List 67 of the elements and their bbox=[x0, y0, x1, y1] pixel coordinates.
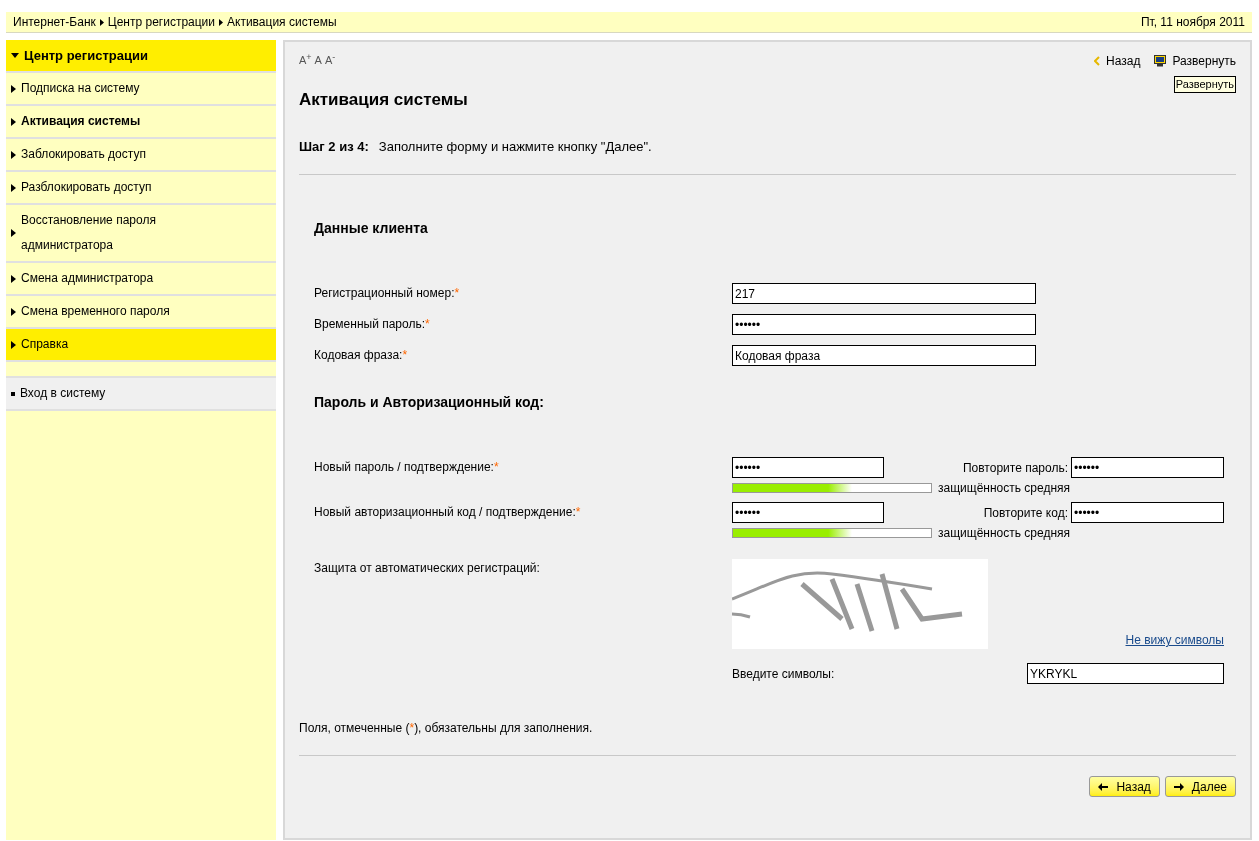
triangle-right-icon bbox=[11, 307, 16, 316]
chevron-left-icon bbox=[1094, 56, 1100, 66]
field-label: Кодовая фраза:* bbox=[314, 347, 409, 364]
top-link[interactable]: Назад bbox=[1094, 52, 1141, 70]
input-field[interactable]: Кодовая фраза bbox=[732, 345, 1036, 366]
sidebar-item-label: Центр регистрации bbox=[24, 47, 149, 65]
sidebar-item-label: Вход в систему bbox=[20, 385, 107, 402]
input-field[interactable]: 217 bbox=[732, 283, 1036, 304]
field-label: Новый пароль / подтверждение:* bbox=[314, 459, 500, 476]
sidebar-item-label: Смена администратора bbox=[21, 270, 155, 287]
field-label: Регистрационный номер:* bbox=[314, 285, 461, 302]
captcha-input-label: Введите символы: bbox=[732, 665, 835, 683]
field-label: Временный пароль:* bbox=[314, 316, 431, 333]
strength-reading: защищённость средняя bbox=[938, 482, 1071, 494]
step-label: Шаг 2 из 4: bbox=[299, 137, 369, 156]
breadcrumb-link[interactable]: Интернет-Банк bbox=[13, 13, 96, 31]
sidebar-item-label: Подписка на систему bbox=[21, 80, 141, 97]
date-label: Пт, 11 ноября 2011 bbox=[1140, 14, 1245, 31]
font-size-button[interactable]: A bbox=[314, 54, 322, 66]
section-title: Пароль и Авторизационный код: bbox=[314, 393, 545, 412]
captcha-input-field[interactable]: YKRYKL bbox=[1027, 663, 1224, 684]
nav-button[interactable]: Далее bbox=[1164, 776, 1236, 797]
triangle-right-icon bbox=[11, 274, 16, 283]
sidebar-item-label: Смена временного пароля bbox=[21, 303, 171, 320]
triangle-right-icon bbox=[11, 183, 16, 192]
page-title: Активация системы bbox=[299, 89, 469, 111]
bullet-icon bbox=[11, 391, 15, 396]
repeat-label: Повторите код: bbox=[982, 504, 1069, 522]
refresh-captcha-link[interactable]: Не вижу символы bbox=[1125, 631, 1224, 649]
breadcrumb-link[interactable]: Центр регистрации bbox=[107, 13, 215, 31]
arrow-left-icon bbox=[1098, 782, 1109, 791]
separator-icon bbox=[219, 18, 223, 26]
field-label: Новый авторизационный код / подтверждение:* bbox=[314, 504, 582, 521]
input-field[interactable]: •••••• bbox=[732, 502, 884, 523]
font-size-button[interactable]: A$^{+}$ bbox=[299, 54, 312, 66]
top-link[interactable]: Развернуть bbox=[1154, 52, 1236, 70]
triangle-right-icon bbox=[11, 117, 16, 126]
monitor-icon bbox=[1154, 55, 1167, 67]
nav-button[interactable]: Назад bbox=[1089, 776, 1160, 797]
input-field[interactable]: •••••• bbox=[1071, 457, 1224, 478]
sidebar-item-label: Справка bbox=[21, 336, 70, 353]
triangle-right-icon bbox=[11, 150, 16, 159]
sidebar-item[interactable]: Справка bbox=[6, 329, 276, 362]
separator-icon bbox=[99, 18, 104, 26]
section-title: Данные клиента bbox=[314, 219, 429, 238]
input-field[interactable]: •••••• bbox=[1071, 502, 1224, 523]
font-size-button[interactable]: A$^{-}$ bbox=[324, 54, 336, 66]
input-field[interactable]: •••••• bbox=[732, 314, 1036, 335]
strength-reading: защищённость средняя bbox=[938, 527, 1071, 539]
sidebar-item-label: Восстановление пароля администратора bbox=[21, 212, 157, 254]
captcha-label: Защита от автоматических регистраций: bbox=[314, 560, 541, 577]
tooltip: Развернуть bbox=[1173, 76, 1236, 93]
sidebar-item-label: Разблокировать доступ bbox=[21, 179, 153, 196]
sidebar-item[interactable]: Центр регистрации bbox=[6, 40, 276, 73]
caret-down-icon bbox=[11, 53, 19, 58]
breadcrumb-link[interactable]: Активация системы bbox=[227, 13, 337, 31]
triangle-right-icon bbox=[11, 229, 16, 237]
triangle-right-icon bbox=[11, 340, 16, 349]
required-note: Поля, отмеченные (*), обязательны для заполнения. bbox=[299, 720, 594, 737]
sidebar-item[interactable]: Вход в систему bbox=[6, 378, 276, 411]
step-text: Заполните форму и нажмите кнопку "Далее". bbox=[378, 137, 652, 156]
sidebar-item-label: Активация системы bbox=[21, 113, 142, 130]
repeat-label: Повторите пароль: bbox=[961, 459, 1069, 477]
triangle-right-icon bbox=[11, 84, 16, 93]
input-field[interactable]: •••••• bbox=[732, 457, 884, 478]
arrow-right-icon bbox=[1173, 782, 1184, 791]
sidebar-item-label: Заблокировать доступ bbox=[21, 146, 147, 163]
